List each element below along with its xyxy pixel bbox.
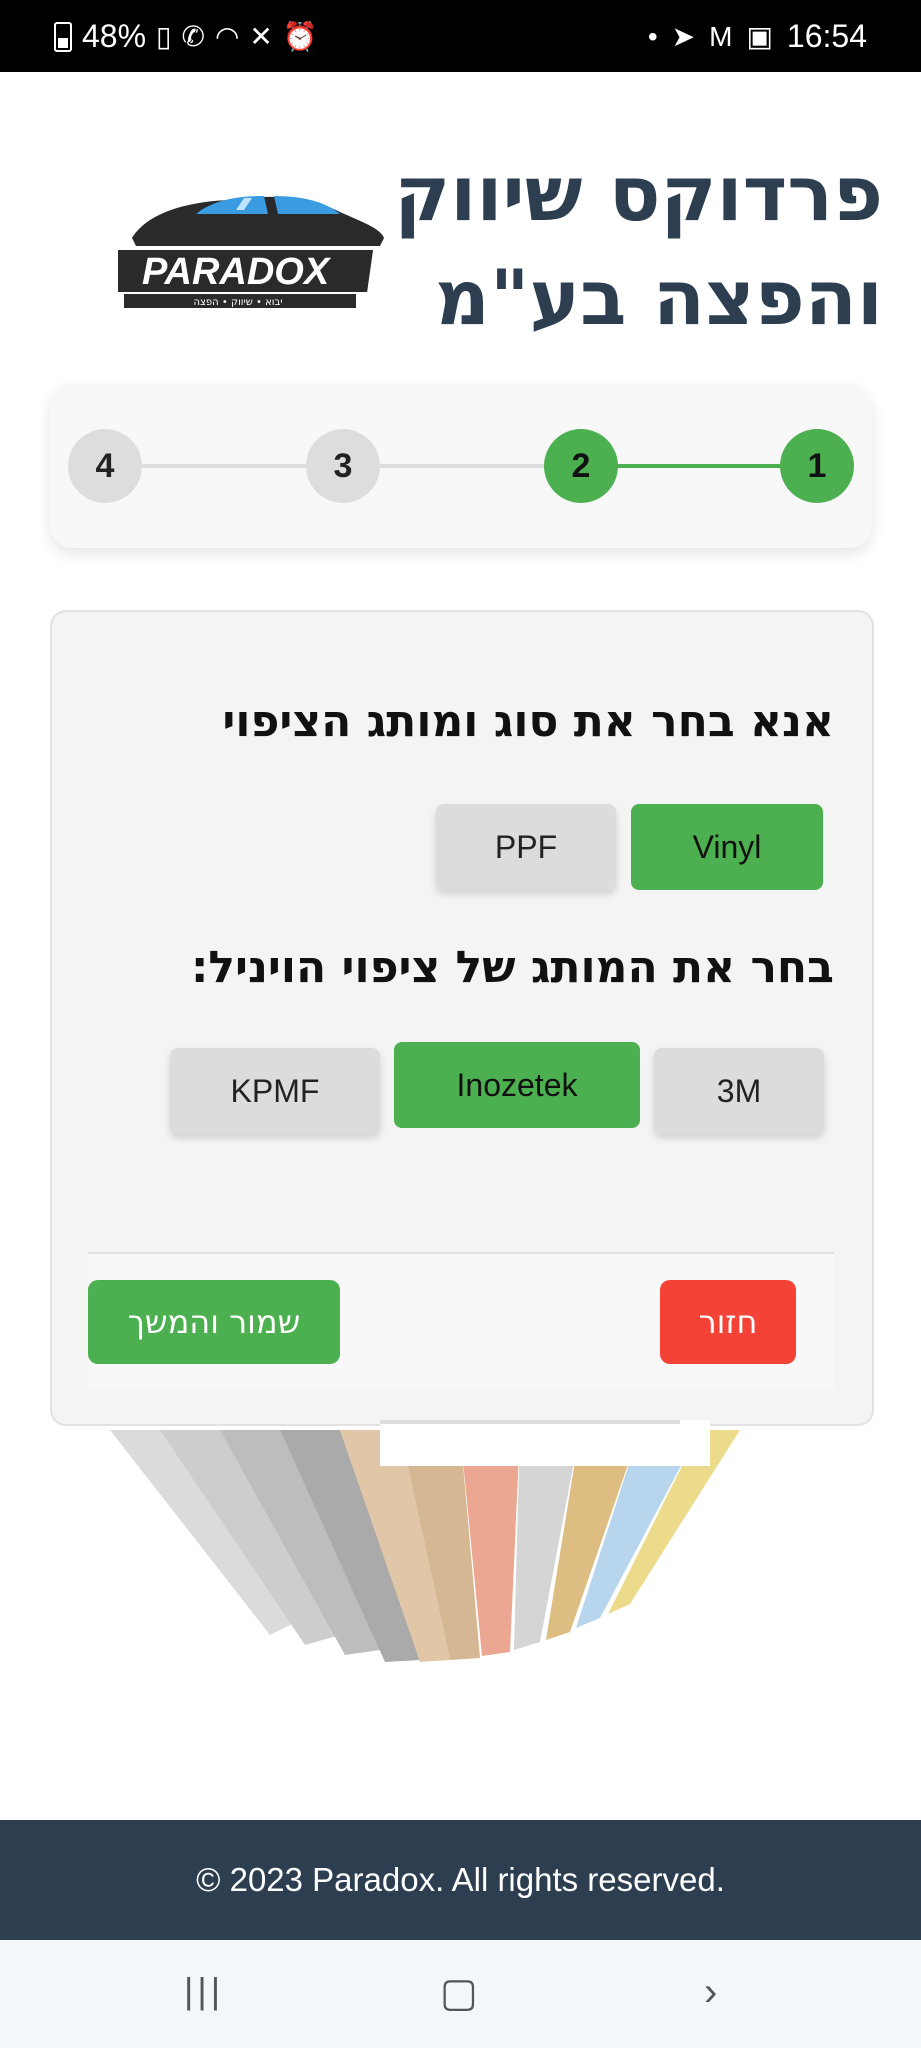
logo-tagline: יבוא • שיווק • הפצה — [193, 297, 282, 308]
status-left: 48% ▯ ✆ ◠ ✕ ⏰ — [54, 18, 318, 55]
recent-apps-icon[interactable]: ||| — [184, 1970, 224, 2012]
gallery-icon: ▣ — [746, 20, 773, 52]
back-chevron-icon[interactable]: › — [704, 1970, 717, 2015]
option-kpmf[interactable]: KPMF — [170, 1048, 380, 1134]
mute-icon: ✕ — [249, 20, 273, 52]
step-1: 1 — [780, 429, 854, 503]
copyright-text: © 2023 Paradox. All rights reserved. — [196, 1861, 725, 1898]
clock: 16:54 — [786, 18, 867, 54]
wifi-icon: ◠ — [214, 20, 240, 52]
coating-selection-card: אנא בחר את סוג ומותג הציפוי PPF Vinyl בח… — [50, 610, 874, 1426]
coating-type-question: אנא בחר את סוג ומותג הציפוי — [222, 696, 834, 747]
call-icon: ✆ — [181, 20, 205, 52]
vinyl-brand-question: בחר את המותג של ציפוי הויניל: — [190, 942, 834, 993]
company-title: פרדוקס שיווק והפצה בע"מ — [394, 149, 883, 342]
battery-icon — [54, 21, 72, 52]
status-bar: 48% ▯ ✆ ◠ ✕ ⏰ • ➤ M ▣ 16:54 — [0, 0, 921, 72]
step-2: 2 — [544, 429, 618, 503]
site-footer: © 2023 Paradox. All rights reserved. — [0, 1820, 921, 1940]
option-inozetek[interactable]: Inozetek — [394, 1042, 640, 1128]
signal-icon: ▯ — [156, 20, 172, 52]
paradox-logo[interactable]: PARADOX יבוא • שיווק • הפצה — [118, 172, 388, 312]
telegram-icon: ➤ — [671, 20, 696, 52]
logo-text: PARADOX — [142, 251, 332, 293]
gmail-icon: M — [709, 20, 733, 52]
form-actions: שמור והמשך חזור — [88, 1254, 834, 1388]
site-header: פרדוקס שיווק והפצה בע"מ PARADOX יבוא • ש… — [0, 72, 921, 362]
status-right: • ➤ M ▣ 16:54 — [648, 18, 867, 55]
back-button[interactable]: חזור — [660, 1280, 796, 1364]
progress-stepper: 4 3 2 1 — [50, 384, 872, 548]
battery-percent: 48% — [82, 18, 147, 54]
step-3: 3 — [306, 429, 380, 503]
option-3m[interactable]: 3M — [654, 1048, 824, 1134]
save-continue-button[interactable]: שמור והמשך — [88, 1280, 340, 1364]
system-navigation-bar: ||| ▢ › — [0, 1940, 921, 2048]
home-icon[interactable]: ▢ — [440, 1970, 478, 2016]
option-ppf[interactable]: PPF — [436, 804, 616, 890]
step-4: 4 — [68, 429, 142, 503]
option-vinyl[interactable]: Vinyl — [631, 804, 823, 890]
notification-dot-icon: • — [647, 20, 658, 52]
alarm-icon: ⏰ — [282, 20, 318, 52]
swatch-fan-image — [110, 1420, 740, 1662]
